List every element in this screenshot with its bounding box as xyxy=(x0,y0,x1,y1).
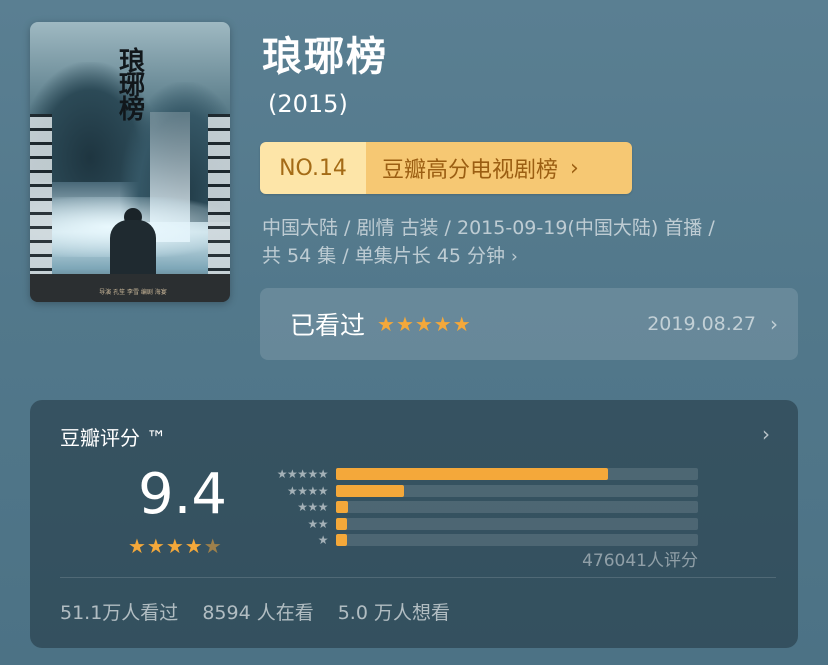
rating-stars-icon: ★★★★★ xyxy=(128,534,223,558)
rating-star-half: ★ xyxy=(203,534,223,558)
audience-stats: 51.1万人看过 8594 人在看 5.0 万人想看 xyxy=(60,598,450,625)
distribution-track xyxy=(336,534,698,546)
distribution-track xyxy=(336,484,698,497)
ranking-badge[interactable]: NO.14 豆瓣高分电视剧榜 › xyxy=(260,142,632,194)
distribution-track xyxy=(336,517,698,530)
page-title: 琅琊榜 xyxy=(262,34,388,80)
distribution-row: ★★★★ xyxy=(256,483,726,499)
watched-label: 已看过 xyxy=(290,311,366,340)
chevron-right-icon: › xyxy=(511,247,518,267)
rating-panel[interactable]: 豆瓣评分 ™ › 9.4 ★★★★★ ★★★★★ ★★★★ ★★★ ★★ ★ 4… xyxy=(30,400,798,648)
distribution-track xyxy=(336,501,698,513)
poster-figure xyxy=(110,220,156,282)
meta-line-2-row: 共 54 集 / 单集片长 45 分钟 › xyxy=(262,242,802,271)
rating-title: 豆瓣评分 ™ xyxy=(60,426,167,450)
distribution-stars-icon: ★★ xyxy=(307,516,328,531)
ranking-list-name: 豆瓣高分电视剧榜 xyxy=(382,158,559,183)
distribution-row: ★★ xyxy=(256,516,726,532)
watched-status-card[interactable]: 已看过 ★★★★★ 2019.08.27 › xyxy=(260,288,798,360)
user-rating-stars-icon: ★★★★★ xyxy=(377,312,472,336)
distribution-row: ★★★★★ xyxy=(256,466,726,482)
distribution-bar xyxy=(336,517,347,530)
ranking-number: NO.14 xyxy=(260,142,366,194)
poster-window-right xyxy=(208,114,230,294)
vote-count: 476041人评分 xyxy=(582,551,698,571)
distribution-bar xyxy=(336,468,608,480)
chevron-right-icon: › xyxy=(770,312,778,336)
distribution-row: ★★★ xyxy=(256,499,726,515)
poster-credit: 导演 孔笙 李雪 编剧 海宴 xyxy=(99,289,167,296)
chevron-right-icon[interactable]: › xyxy=(762,422,770,446)
poster-title-char: 榜 xyxy=(118,95,145,125)
distribution-bar xyxy=(336,501,349,513)
distribution-stars-icon: ★ xyxy=(317,533,329,547)
meta-info[interactable]: 中国大陆 / 剧情 古装 / 2015-09-19(中国大陆) 首播 / 共 5… xyxy=(262,214,802,271)
distribution-stars-icon: ★★★ xyxy=(297,500,328,514)
watched-count[interactable]: 51.1万人看过 xyxy=(60,598,178,625)
rating-stars-full: ★★★★ xyxy=(128,534,204,558)
poster-title: 琅 琊 榜 xyxy=(112,49,152,125)
poster-window-left xyxy=(30,114,52,294)
distribution-bar xyxy=(336,534,347,546)
poster-image[interactable]: 琅 琊 榜 导演 孔笙 李雪 编剧 海宴 xyxy=(30,22,230,302)
ranking-list-link[interactable]: 豆瓣高分电视剧榜 › xyxy=(366,142,632,194)
rating-distribution: ★★★★★ ★★★★ ★★★ ★★ ★ xyxy=(256,466,726,549)
divider xyxy=(60,577,776,578)
distribution-stars-icon: ★★★★ xyxy=(286,483,329,498)
distribution-stars-icon: ★★★★★ xyxy=(276,467,329,481)
watched-date: 2019.08.27 xyxy=(647,313,756,335)
watching-count[interactable]: 8594 人在看 xyxy=(202,598,313,625)
meta-line-2: 共 54 集 / 单集片长 45 分钟 xyxy=(262,245,505,267)
chevron-right-icon: › xyxy=(570,155,579,181)
distribution-bar xyxy=(336,484,405,497)
distribution-track xyxy=(336,468,698,480)
wish-count[interactable]: 5.0 万人想看 xyxy=(338,598,450,625)
rating-score: 9.4 xyxy=(138,462,228,527)
release-year: (2015) xyxy=(268,90,348,118)
meta-line-1: 中国大陆 / 剧情 古装 / 2015-09-19(中国大陆) 首播 / xyxy=(262,217,715,239)
